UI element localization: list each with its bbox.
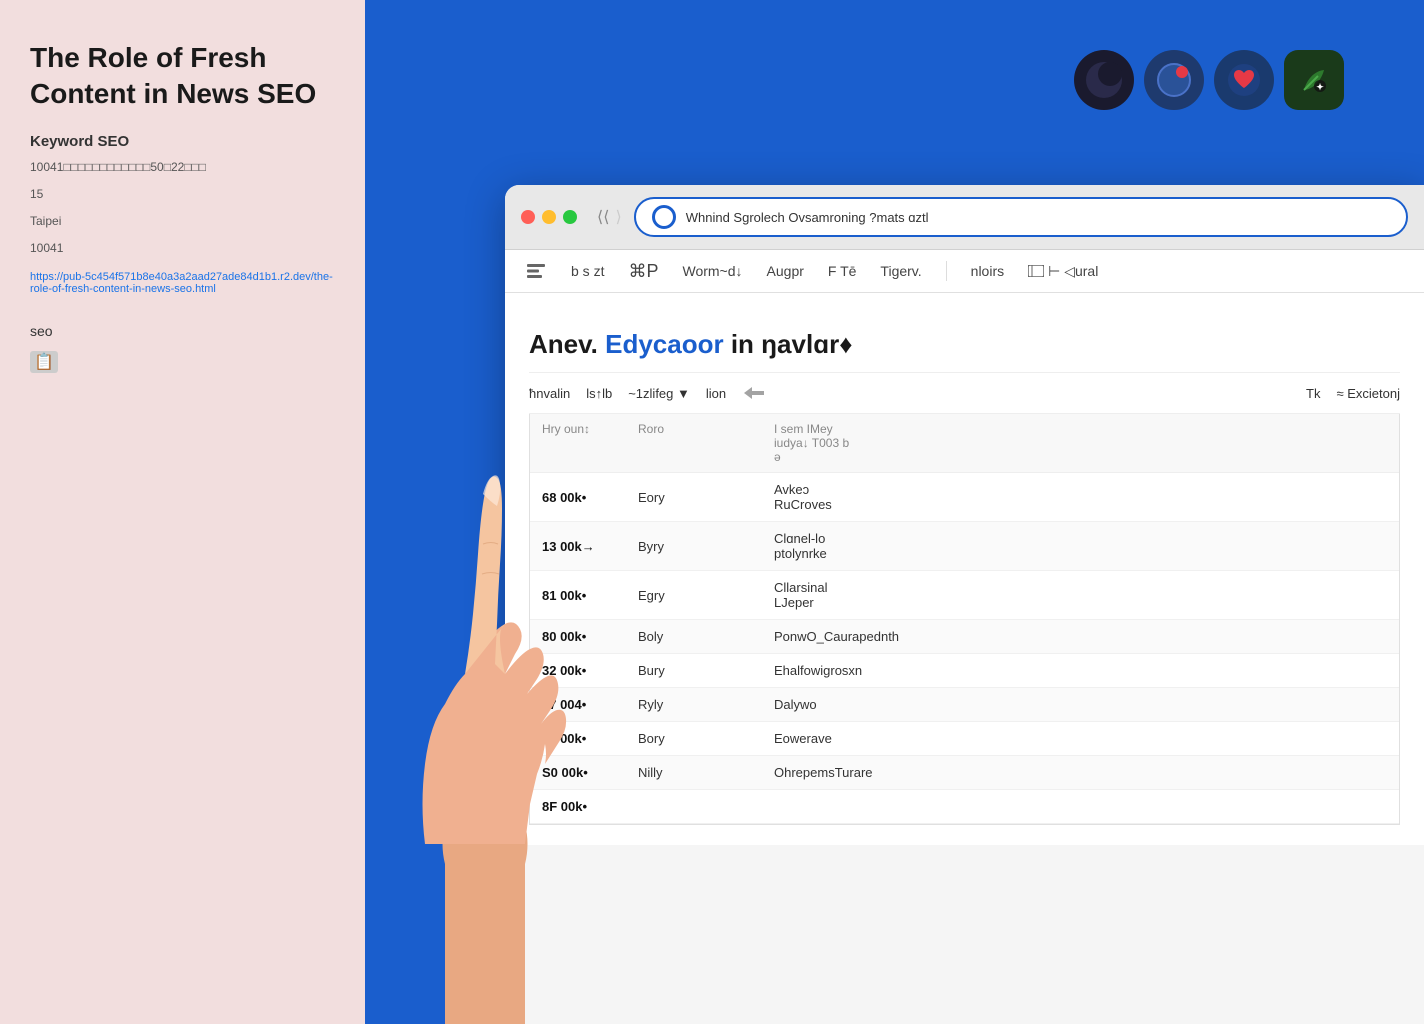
- toolbar-separator: [946, 261, 947, 281]
- kw-2: Clɑnel-lo ptolynrke: [774, 531, 854, 561]
- app-icon-2: [1144, 50, 1204, 110]
- meta-line-3: Taipei: [30, 212, 335, 231]
- page-title-rest: in ŋavlɑr♦: [724, 329, 853, 359]
- toolbar-ural-icon: [1028, 265, 1044, 277]
- hand-image: [365, 464, 645, 1024]
- sub-toolbar-item-exc[interactable]: ≈ Excietonj: [1337, 386, 1401, 401]
- svg-text:✦: ✦: [1316, 82, 1324, 92]
- browser-toolbar: b s zt ⌘P Worm~d↓ Augpr F Tē Tigerv. nlo…: [505, 250, 1424, 293]
- leaf-app-icon: ✦: [1284, 50, 1344, 110]
- toolbar-item-ural[interactable]: ⊢ ◁ural: [1028, 263, 1098, 280]
- clipboard-icon[interactable]: 📋: [30, 351, 58, 373]
- toolbar-icon-1: [525, 260, 547, 282]
- kw-8: OhrepemsTurare: [774, 765, 854, 780]
- col-header-keywords: I sem IMey iudya↓ T003 b ə: [774, 422, 854, 464]
- sub-toolbar-item-3[interactable]: ~1zlifeg ▼: [628, 386, 690, 401]
- page-title-normal: Anev.: [529, 329, 605, 359]
- kw-6: Dalywo: [774, 697, 854, 712]
- nav-buttons: ⟨⟨ ⟩: [597, 207, 622, 227]
- traffic-lights: [521, 210, 577, 224]
- toolbar-ural-text: ⊢ ◁ural: [1048, 263, 1098, 280]
- meta-line-1: 10041□□□□□□□□□□□□50□22□□□: [30, 158, 335, 177]
- toolbar-item-te[interactable]: F Tē: [828, 263, 857, 279]
- address-bar[interactable]: Whnind Sgrolech Ovsamroning ?mats ɑztl: [634, 197, 1408, 237]
- right-panel: ✦ ⟨⟨ ⟩ Whnind Sgrolech Ovsamroning ?mats…: [365, 0, 1424, 1024]
- sub-toolbar-item-5[interactable]: [742, 383, 766, 403]
- sub-toolbar: ħnvalin ls↑lb ~1zlifeg ▼ lion Tk ≈ Excie…: [529, 373, 1400, 414]
- hand-overlay: [365, 444, 685, 1024]
- sub-toolbar-item-1[interactable]: ħnvalin: [529, 386, 570, 401]
- forward-nav-icon[interactable]: ⟩: [615, 207, 621, 227]
- article-title: The Role of Fresh Content in News SEO: [30, 40, 335, 113]
- toolbar-item-augpr[interactable]: Augpr: [767, 263, 804, 279]
- meta-line-2: 15: [30, 185, 335, 204]
- address-text[interactable]: Whnind Sgrolech Ovsamroning ?mats ɑztl: [686, 210, 1390, 225]
- kw-7: Eowerave: [774, 731, 854, 746]
- toolbar-item-icon2[interactable]: ⌘P: [628, 261, 658, 282]
- kw-4: PonwO_Caurapednth: [774, 629, 854, 644]
- back-nav-icon[interactable]: ⟨⟨: [597, 207, 609, 227]
- toolbar-item-tiger[interactable]: Tigerv.: [880, 263, 921, 279]
- keyword-label: Keyword SEO: [30, 133, 335, 150]
- minimize-button[interactable]: [542, 210, 556, 224]
- toolbar-item-bszt[interactable]: b s zt: [571, 263, 604, 279]
- meta-line-4: 10041: [30, 239, 335, 258]
- toolbar-item-worm[interactable]: Worm~d↓: [682, 263, 742, 279]
- page-title-highlight: Edycaoor: [605, 329, 724, 359]
- arrows-icon: [742, 383, 766, 403]
- sub-toolbar-item-2[interactable]: ls↑lb: [586, 386, 612, 401]
- toolbar-item-nloirs[interactable]: nloirs: [971, 263, 1004, 279]
- sub-toolbar-item-tk[interactable]: Tk: [1306, 386, 1320, 401]
- kw-3: Cllarsinal LJeper: [774, 580, 854, 610]
- sub-toolbar-item-4[interactable]: lion: [706, 386, 726, 401]
- kw-1: Avkeɔ RuCroves: [774, 482, 854, 512]
- moon-icon: [1074, 50, 1134, 110]
- heart-icon: [1214, 50, 1274, 110]
- kw-5: Ehalfowigrosxn: [774, 663, 854, 678]
- browser-chrome: ⟨⟨ ⟩ Whnind Sgrolech Ovsamroning ?mats ɑ…: [505, 185, 1424, 250]
- left-panel: The Role of Fresh Content in News SEO Ke…: [0, 0, 365, 1024]
- maximize-button[interactable]: [563, 210, 577, 224]
- page-main-title: Anev. Edycaoor in ŋavlɑr♦: [529, 329, 1400, 360]
- seo-label: seo: [30, 323, 335, 339]
- page-title-area: Anev. Edycaoor in ŋavlɑr♦: [529, 313, 1400, 373]
- toolbar-item-1[interactable]: [525, 260, 547, 282]
- clipboard-symbol: 📋: [34, 352, 54, 372]
- close-button[interactable]: [521, 210, 535, 224]
- article-url[interactable]: https://pub-5c454f571b8e40a3a2aad27ade84…: [30, 271, 335, 295]
- top-icons-area: ✦: [1074, 50, 1344, 110]
- browser-icon: [652, 205, 676, 229]
